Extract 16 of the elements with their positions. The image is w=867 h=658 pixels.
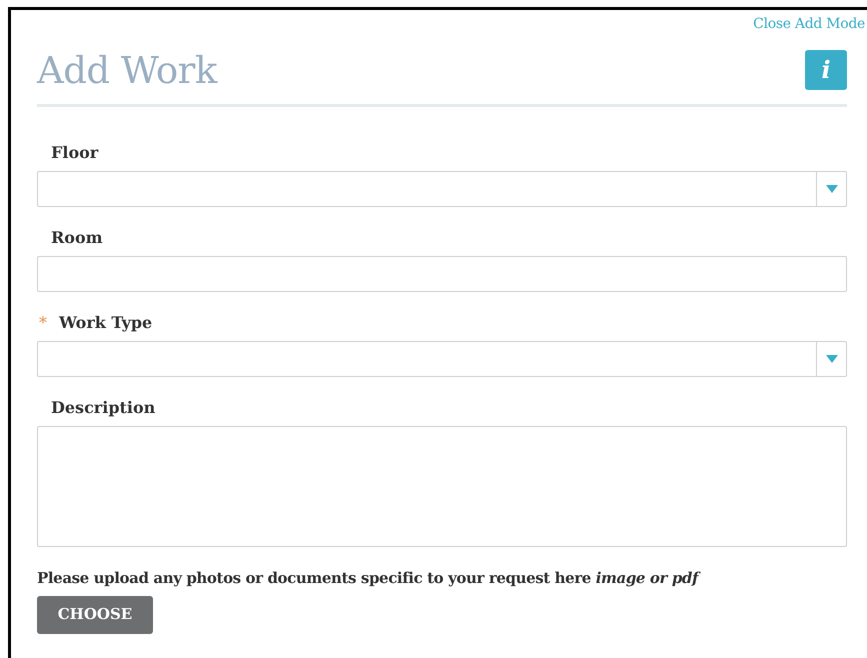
field-label: Description [51,397,156,419]
page-title: Add Work [37,52,217,88]
field-label: Room [51,227,103,249]
field-label: Floor [51,142,98,164]
close-add-mode-link[interactable]: Close Add Mode [753,13,865,35]
choose-button[interactable]: CHOOSE [37,596,153,634]
text-area[interactable] [37,426,847,547]
select-field[interactable] [37,341,847,377]
required-mark: * [39,312,47,334]
input-field[interactable] [37,256,847,292]
caret-icon [826,185,838,193]
select-field[interactable] [37,171,847,207]
info-button[interactable]: i [805,50,847,90]
caret-icon [826,355,838,363]
field-label: Work Type [59,312,152,334]
upload-instructions: Please upload any photos or documents specific to your request here image or pdf [37,568,702,589]
